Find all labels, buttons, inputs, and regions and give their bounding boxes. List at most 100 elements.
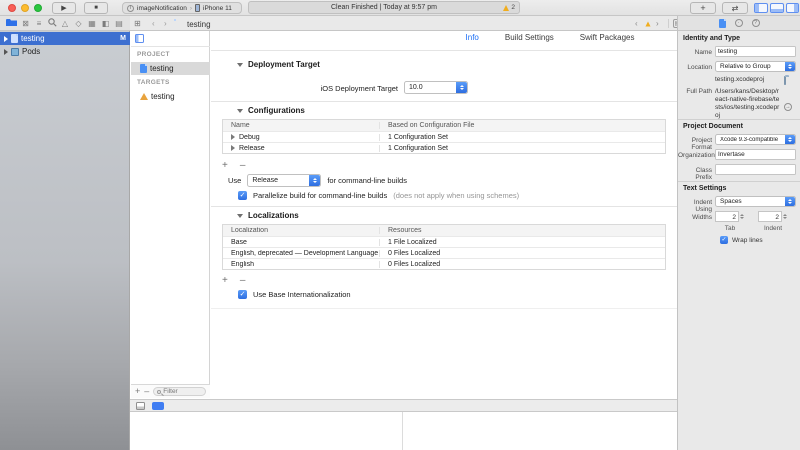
issue-navigator-icon[interactable]: △	[60, 19, 70, 28]
folder-icon[interactable]	[784, 76, 786, 85]
sidebar-item-target-testing[interactable]: testing	[131, 90, 210, 103]
divider	[131, 46, 210, 47]
disclosure-icon[interactable]	[231, 134, 235, 140]
base-internationalization-checkbox[interactable]: ✓	[238, 290, 247, 299]
forward-button[interactable]: ›	[164, 19, 167, 28]
remove-target-button[interactable]: –	[144, 387, 149, 396]
tab-info[interactable]: Info	[466, 33, 479, 46]
section-title: Deployment Target	[248, 60, 320, 69]
quick-help-tab-icon[interactable]: ?	[752, 19, 760, 27]
add-configuration-button[interactable]: +	[222, 160, 228, 171]
zoom-window-button[interactable]	[34, 4, 42, 12]
wrap-lines-checkbox[interactable]: ✓	[720, 236, 728, 244]
project-navigator-icon[interactable]	[6, 18, 17, 29]
console-divider[interactable]	[402, 412, 403, 450]
panel-right-icon	[794, 4, 798, 12]
stepper-arrows-icon[interactable]	[782, 211, 788, 222]
tab-swift-packages[interactable]: Swift Packages	[580, 33, 635, 46]
report-navigator-icon[interactable]: ▤	[114, 19, 124, 28]
source-control-icon[interactable]: ⊠	[21, 19, 31, 28]
close-window-button[interactable]	[8, 4, 16, 12]
add-localization-button[interactable]: +	[222, 275, 228, 286]
scheme-selector[interactable]: i imageNotification › iPhone 11	[122, 2, 242, 14]
disclosure-icon[interactable]	[231, 145, 235, 151]
editor-sidebar-toggle-icon[interactable]	[135, 34, 144, 43]
jumpbar-divider	[668, 19, 669, 28]
stepper-arrows-icon[interactable]	[739, 211, 745, 222]
nav-item-testing[interactable]: testing M	[0, 32, 130, 45]
run-button[interactable]: ▶	[52, 2, 76, 14]
parallelize-checkbox[interactable]: ✓	[238, 191, 247, 200]
remove-configuration-button[interactable]: –	[240, 160, 246, 171]
debug-area-toggle-button[interactable]	[770, 3, 784, 13]
warning-badge[interactable]: 2	[503, 4, 515, 11]
base-internationalization-row: ✓ Use Base Internationalization	[238, 290, 351, 299]
deployment-target-select[interactable]: 10.0	[404, 81, 468, 94]
breakpoint-navigator-icon[interactable]: ◧	[101, 19, 111, 28]
organization-field[interactable]	[716, 150, 795, 159]
chevron-down-icon[interactable]	[237, 63, 243, 67]
editor-layout-button[interactable]: ⇄	[722, 2, 748, 14]
tab-build-settings[interactable]: Build Settings	[505, 33, 554, 46]
localization-name: Base	[223, 239, 379, 246]
location-select[interactable]: Relative to Group	[715, 61, 796, 72]
project-section-label: PROJECT	[137, 51, 170, 58]
tab-overview-icon[interactable]: ⊞	[134, 19, 141, 28]
sidebar-item-project-testing[interactable]: testing	[131, 62, 210, 75]
localization-resources: 0 Files Localized	[379, 261, 665, 268]
command-line-config-select[interactable]: Release	[247, 174, 321, 187]
stop-button[interactable]: ■	[84, 2, 108, 14]
filter-field[interactable]	[153, 387, 206, 396]
indent-using-select[interactable]: Spaces	[715, 196, 796, 207]
debug-area-view-icon[interactable]	[136, 402, 145, 410]
nav-item-pods[interactable]: Pods	[0, 45, 130, 58]
activity-viewer[interactable]: Clean Finished | Today at 9:57 pm 2	[248, 1, 520, 14]
device-name: iPhone 11	[203, 5, 232, 12]
library-button[interactable]: +	[690, 2, 716, 14]
filter-input[interactable]	[163, 388, 202, 395]
name-field[interactable]	[716, 47, 795, 56]
tab-width-stepper[interactable]: 2	[715, 211, 745, 222]
class-prefix-field[interactable]	[716, 165, 795, 174]
plus-icon: +	[700, 3, 705, 13]
test-navigator-icon[interactable]: ◇	[74, 19, 84, 28]
project-format-select[interactable]: Xcode 9.3-compatible	[715, 134, 796, 145]
nav-item-label: testing	[21, 34, 117, 43]
disclosure-icon[interactable]	[4, 36, 8, 42]
disclosure-icon[interactable]	[4, 49, 8, 55]
identity-section-title: Identity and Type	[683, 35, 740, 42]
table-row-english-deprecated[interactable]: English, deprecated — Development Langua…	[223, 247, 665, 258]
section-configurations[interactable]: Configurations	[237, 106, 305, 115]
tab-width-value: 2	[715, 211, 739, 222]
indent-width-stepper[interactable]: 2	[758, 211, 788, 222]
section-localizations[interactable]: Localizations	[237, 211, 299, 220]
search-icon[interactable]	[48, 18, 57, 29]
chevron-down-icon[interactable]	[237, 214, 243, 218]
chevron-down-icon[interactable]	[237, 109, 243, 113]
issue-warning-icon[interactable]	[645, 21, 650, 26]
table-row-debug[interactable]: Debug 1 Configuration Set	[223, 131, 665, 142]
breakpoints-toggle-icon[interactable]	[152, 402, 164, 410]
table-row-base[interactable]: Base 1 File Localized	[223, 236, 665, 247]
symbol-navigator-icon[interactable]: ≡	[34, 19, 44, 28]
reveal-arrow-icon[interactable]: →	[784, 103, 792, 111]
table-row-english[interactable]: English 0 Files Localized	[223, 258, 665, 269]
navigator-toggle-button[interactable]	[754, 3, 768, 13]
panel-left-icon	[755, 4, 759, 12]
table-row-release[interactable]: Release 1 Configuration Set	[223, 142, 665, 153]
jumpbar-file-label[interactable]: testing	[187, 20, 211, 29]
debug-navigator-icon[interactable]: ▦	[87, 19, 97, 28]
popup-chevrons-icon	[309, 175, 320, 186]
previous-issue-button[interactable]: ‹	[635, 19, 638, 28]
inspector-toggle-button[interactable]	[786, 3, 799, 13]
remove-localization-button[interactable]: –	[240, 275, 246, 286]
back-button[interactable]: ‹	[152, 19, 155, 28]
selected-value: 10.0	[405, 84, 456, 91]
minimize-window-button[interactable]	[21, 4, 29, 12]
pods-folder-icon	[11, 48, 19, 56]
file-inspector-tab-icon[interactable]	[719, 19, 726, 28]
history-inspector-tab-icon[interactable]: ·	[735, 19, 743, 27]
next-issue-button[interactable]: ›	[656, 19, 659, 28]
section-deployment-target[interactable]: Deployment Target	[237, 60, 320, 69]
add-target-button[interactable]: +	[135, 387, 140, 396]
